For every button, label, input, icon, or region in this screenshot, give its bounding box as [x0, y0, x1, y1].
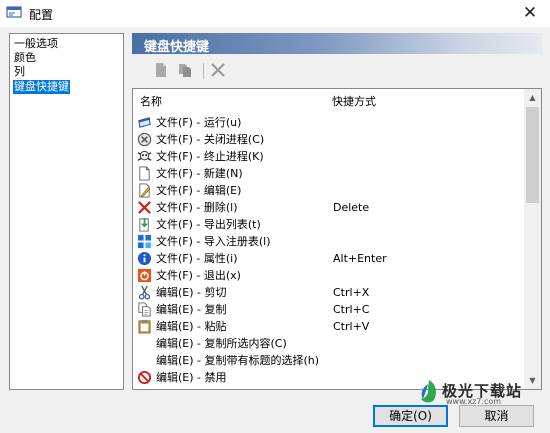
list-item[interactable]: 编辑(E) - 复制 Ctrl+C: [137, 301, 517, 318]
delete-shortcut-icon[interactable]: [209, 61, 227, 79]
shortcut-command: 编辑(E) - 禁用: [156, 371, 227, 384]
nav-item-columns[interactable]: 列: [13, 65, 26, 79]
list-item[interactable]: 编辑(E) - 粘贴 Ctrl+V: [137, 318, 517, 335]
vertical-scrollbar[interactable]: ▲ ▼: [524, 89, 541, 389]
edit-file-icon: [139, 183, 151, 198]
list-item[interactable]: 文件(F) - 新建(N): [137, 165, 517, 182]
skull-icon: [137, 150, 152, 161]
list-item[interactable]: 文件(F) - 属性(i) Alt+Enter: [137, 250, 517, 267]
column-header-shortcut[interactable]: 快捷方式: [332, 95, 376, 109]
list-item[interactable]: 文件(F) - 退出(x): [137, 267, 517, 284]
exit-icon: [137, 268, 152, 283]
shortcut-command: 文件(F) - 关闭进程(C): [156, 133, 265, 146]
shortcut-command: 文件(F) - 导出列表(t): [156, 218, 261, 231]
watermark-logo: [421, 380, 437, 403]
list-item[interactable]: 文件(F) - 删除(l) Delete: [137, 199, 517, 216]
window-icon: [138, 117, 151, 128]
shortcut-command: 文件(F) - 属性(i): [156, 252, 238, 265]
scrollbar-thumb[interactable]: [526, 107, 539, 203]
new-file-icon: [139, 166, 150, 181]
shortcut-command: 文件(F) - 终止进程(K): [156, 150, 264, 163]
section-title: 键盘快捷键: [144, 40, 210, 55]
shortcut-command: 文件(F) - 删除(l): [156, 201, 238, 214]
shortcut-command: 文件(F) - 导入注册表(l): [156, 235, 271, 248]
shortcut-command: 编辑(E) - 复制带有标题的选择(h): [156, 354, 320, 367]
terminate-icon: [137, 132, 152, 147]
shortcut-command: 文件(F) - 退出(x): [156, 269, 241, 282]
shortcut-command: 文件(F) - 编辑(E): [156, 184, 242, 197]
copy-shortcut-icon[interactable]: [176, 61, 194, 79]
window-title: 配置: [29, 8, 54, 22]
app-icon: [6, 6, 22, 18]
export-icon: [139, 217, 149, 232]
list-item[interactable]: 文件(F) - 导入注册表(l): [137, 233, 517, 250]
list-item[interactable]: 编辑(E) - 剪切 Ctrl+X: [137, 284, 517, 301]
nav-item-keyboard-shortcuts[interactable]: 键盘快捷键: [13, 80, 70, 94]
new-shortcut-icon[interactable]: [152, 61, 170, 79]
shortcut-key: Ctrl+V: [333, 320, 370, 333]
copy-icon: [138, 302, 151, 317]
list-item[interactable]: 编辑(E) - 复制所选内容(C): [137, 335, 517, 352]
list-item[interactable]: 编辑(E) - 复制带有标题的选择(h): [137, 352, 517, 369]
shortcut-list[interactable]: 名称 快捷方式 文件(F) - 运行(u) 文件(F) - 关闭进程(C) 文件…: [132, 88, 542, 390]
cancel-button[interactable]: 取消: [459, 405, 534, 427]
shortcut-key: Ctrl+C: [333, 303, 370, 316]
settings-nav: 一般选项 颜色 列 键盘快捷键: [9, 33, 124, 390]
shortcut-command: 编辑(E) - 粘贴: [156, 320, 227, 333]
list-item[interactable]: 文件(F) - 终止进程(K): [137, 148, 517, 165]
nav-item-colors[interactable]: 颜色: [13, 51, 37, 65]
shortcut-command: 文件(F) - 运行(u): [156, 116, 242, 129]
shortcut-key: Alt+Enter: [333, 252, 387, 265]
info-icon: [137, 251, 152, 266]
list-item[interactable]: 文件(F) - 运行(u): [137, 114, 517, 131]
nav-item-general[interactable]: 一般选项: [13, 37, 59, 51]
close-button[interactable]: ✕: [510, 0, 550, 27]
list-item[interactable]: 文件(F) - 编辑(E): [137, 182, 517, 199]
disable-icon: [137, 370, 152, 385]
ok-button[interactable]: 确定(O): [373, 405, 448, 427]
paste-icon: [138, 319, 151, 334]
watermark: 极光下载站 www.xz7.com: [416, 378, 546, 408]
list-item[interactable]: 文件(F) - 导出列表(t): [137, 216, 517, 233]
shortcut-command: 文件(F) - 新建(N): [156, 167, 243, 180]
shortcut-key: Delete: [333, 201, 370, 214]
title-bar: 配置 ✕: [0, 0, 550, 27]
toolbar-separator: [203, 63, 204, 79]
shortcut-key: Ctrl+X: [333, 286, 370, 299]
shortcut-command: 编辑(E) - 复制所选内容(C): [156, 337, 287, 350]
shortcut-command: 编辑(E) - 剪切: [156, 286, 227, 299]
registry-icon: [137, 234, 152, 249]
scroll-up-icon[interactable]: ▲: [524, 89, 541, 106]
column-header-name[interactable]: 名称: [140, 95, 162, 109]
shortcut-command: 编辑(E) - 复制: [156, 303, 227, 316]
list-item[interactable]: 文件(F) - 关闭进程(C): [137, 131, 517, 148]
scissors-icon: [138, 285, 151, 300]
section-header: 键盘快捷键: [132, 33, 542, 55]
delete-x-icon: [138, 201, 151, 214]
